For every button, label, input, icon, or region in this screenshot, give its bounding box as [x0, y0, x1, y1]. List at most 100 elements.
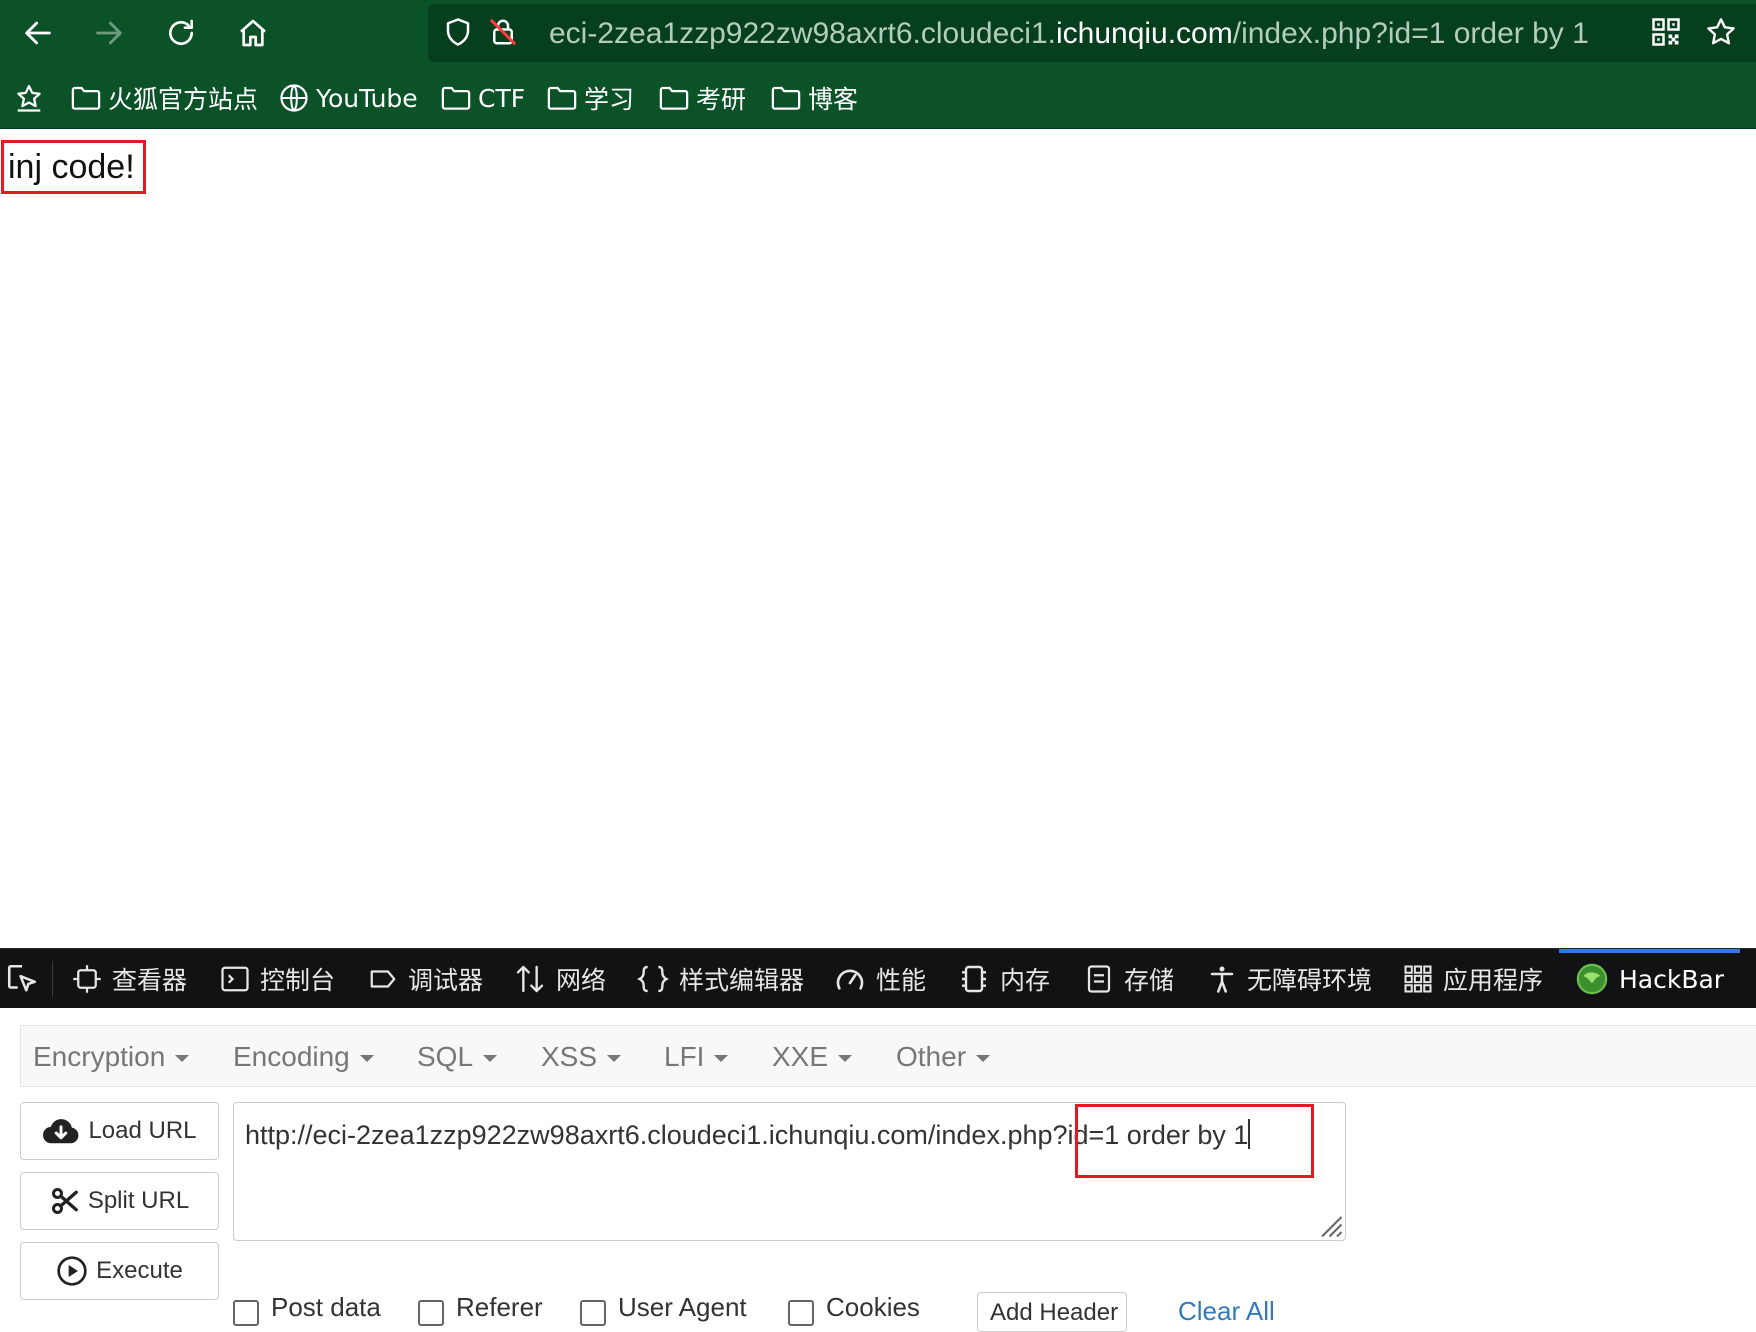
- option-label: Cookies: [826, 1292, 920, 1322]
- bookmark-youtube[interactable]: YouTube: [279, 78, 418, 118]
- globe-icon: [280, 84, 308, 112]
- checkbox: [580, 1300, 606, 1326]
- element-picker-button[interactable]: [5, 949, 49, 1009]
- tab-application[interactable]: 应用程序: [1403, 949, 1543, 1009]
- load-url-button[interactable]: Load URL: [20, 1102, 219, 1160]
- tab-accessibility[interactable]: 无障碍环境: [1207, 949, 1372, 1009]
- menu-label: Other: [896, 1041, 967, 1072]
- tab-label: 查看器: [112, 966, 188, 995]
- url-prefix: eci-2zea1zzp922zw98axrt6.cloudeci1.: [549, 17, 1056, 50]
- clear-all-link[interactable]: Clear All: [1178, 1296, 1275, 1327]
- shield-icon[interactable]: [438, 12, 478, 52]
- bookmark-kaoyan[interactable]: 考研: [659, 78, 746, 118]
- style-editor-icon: [637, 965, 669, 993]
- tab-debugger[interactable]: 调试器: [368, 949, 483, 1009]
- menu-xss[interactable]: XSS: [541, 1026, 622, 1088]
- bookmark-star-icon[interactable]: [1701, 12, 1741, 52]
- cloud-download-icon: [43, 1119, 79, 1144]
- bookmark-label: 考研: [696, 85, 747, 114]
- referer-checkbox[interactable]: Referer: [418, 1292, 543, 1332]
- toolbar-separator: [52, 961, 53, 997]
- tab-label: 应用程序: [1443, 966, 1544, 995]
- back-button[interactable]: [13, 8, 63, 58]
- load-url-label: Load URL: [88, 1117, 197, 1144]
- url-textarea-value: http://eci-2zea1zzp922zw98axrt6.cloudeci…: [245, 1117, 1251, 1153]
- url-text[interactable]: eci-2zea1zzp922zw98axrt6.cloudeci1.ichun…: [549, 14, 1589, 54]
- text-cursor: [1248, 1119, 1251, 1149]
- checkbox: [233, 1300, 259, 1326]
- bookmark-study[interactable]: 学习: [547, 78, 634, 118]
- caret-down-icon: [175, 1055, 190, 1063]
- tab-label: 控制台: [260, 966, 336, 995]
- cookies-checkbox[interactable]: Cookies: [788, 1292, 920, 1332]
- execute-button[interactable]: Execute: [20, 1242, 219, 1300]
- tab-performance[interactable]: 性能: [834, 949, 926, 1009]
- inspector-icon: [73, 965, 101, 993]
- bookmark-blog[interactable]: 博客: [771, 78, 858, 118]
- bookmarks-bar: 火狐官方站点 YouTube CTF 学习 考研 博客: [0, 66, 1756, 129]
- tab-inspector[interactable]: 查看器: [72, 949, 187, 1009]
- tab-label: 性能: [876, 966, 927, 995]
- menu-label: Encoding: [233, 1041, 350, 1072]
- menu-encoding[interactable]: Encoding: [233, 1026, 374, 1088]
- option-label: Post data: [271, 1292, 381, 1322]
- folder-icon: [441, 86, 471, 110]
- post-data-checkbox[interactable]: Post data: [233, 1292, 381, 1332]
- console-icon: [221, 966, 249, 992]
- bookmark-label: 博客: [808, 85, 859, 114]
- forward-button[interactable]: [84, 8, 134, 58]
- menu-label: Encryption: [33, 1041, 166, 1072]
- tab-label: 网络: [556, 966, 607, 995]
- star-list-icon: [17, 85, 41, 112]
- url-textarea[interactable]: http://eci-2zea1zzp922zw98axrt6.cloudeci…: [233, 1102, 1346, 1241]
- menu-label: LFI: [664, 1041, 705, 1072]
- url-value-text: http://eci-2zea1zzp922zw98axrt6.cloudeci…: [245, 1120, 1249, 1150]
- home-button[interactable]: [228, 8, 278, 58]
- split-url-button[interactable]: Split URL: [20, 1172, 219, 1230]
- tab-console[interactable]: 控制台: [220, 949, 335, 1009]
- application-icon: [1404, 965, 1432, 993]
- tab-label: 存储: [1124, 966, 1175, 995]
- add-header-button[interactable]: Add Header: [977, 1292, 1127, 1332]
- arrow-left-icon: [25, 21, 51, 45]
- resize-grip-icon[interactable]: [1313, 1208, 1343, 1238]
- address-bar[interactable]: eci-2zea1zzp922zw98axrt6.cloudeci1.ichun…: [428, 4, 1756, 62]
- caret-down-icon: [976, 1055, 991, 1063]
- menu-label: SQL: [417, 1041, 474, 1072]
- insecure-lock-icon[interactable]: [483, 12, 523, 52]
- tab-label: 样式编辑器: [679, 966, 805, 995]
- bookmark-label: YouTube: [316, 83, 418, 113]
- tab-storage[interactable]: 存储: [1084, 949, 1174, 1009]
- menu-other[interactable]: Other: [896, 1026, 991, 1088]
- menu-lfi[interactable]: LFI: [664, 1026, 729, 1088]
- caret-down-icon: [714, 1055, 729, 1063]
- option-label: User Agent: [618, 1292, 747, 1322]
- tab-style-editor[interactable]: 样式编辑器: [637, 949, 804, 1009]
- checkbox: [788, 1300, 814, 1326]
- url-suffix: /index.php?id=1 order by 1: [1232, 17, 1589, 50]
- bookmark-label: CTF: [478, 83, 526, 113]
- qr-code-icon[interactable]: [1646, 12, 1686, 52]
- menu-sql[interactable]: SQL: [417, 1026, 498, 1088]
- menu-xxe[interactable]: XXE: [772, 1026, 853, 1088]
- tab-label: 内存: [1000, 966, 1051, 995]
- menu-encryption[interactable]: Encryption: [33, 1026, 190, 1088]
- caret-down-icon: [483, 1055, 498, 1063]
- caret-down-icon: [838, 1055, 853, 1063]
- devtools-tab-bar: 查看器 控制台 调试器 网络 样式编辑器 性能 内存 存储 无障碍环境 应用程序…: [0, 948, 1756, 1009]
- bookmark-firefox-official[interactable]: 火狐官方站点: [71, 78, 258, 118]
- split-url-label: Split URL: [87, 1187, 190, 1214]
- user-agent-checkbox[interactable]: User Agent: [580, 1292, 747, 1332]
- reload-button[interactable]: [156, 8, 206, 58]
- page-output-text: inj code!: [1, 140, 146, 194]
- bookmarks-manager-button[interactable]: [14, 78, 51, 118]
- network-icon: [516, 965, 544, 993]
- tab-hackbar[interactable]: HackBar: [1558, 949, 1741, 1009]
- tab-network[interactable]: 网络: [514, 949, 606, 1009]
- tab-memory[interactable]: 内存: [958, 949, 1050, 1009]
- hackbar-panel: Encryption Encoding SQL XSS LFI XXE Othe…: [0, 1008, 1756, 1309]
- bookmark-ctf[interactable]: CTF: [441, 78, 525, 118]
- arrow-right-icon: [96, 21, 122, 45]
- execute-label: Execute: [96, 1257, 183, 1284]
- option-label: Referer: [456, 1292, 543, 1322]
